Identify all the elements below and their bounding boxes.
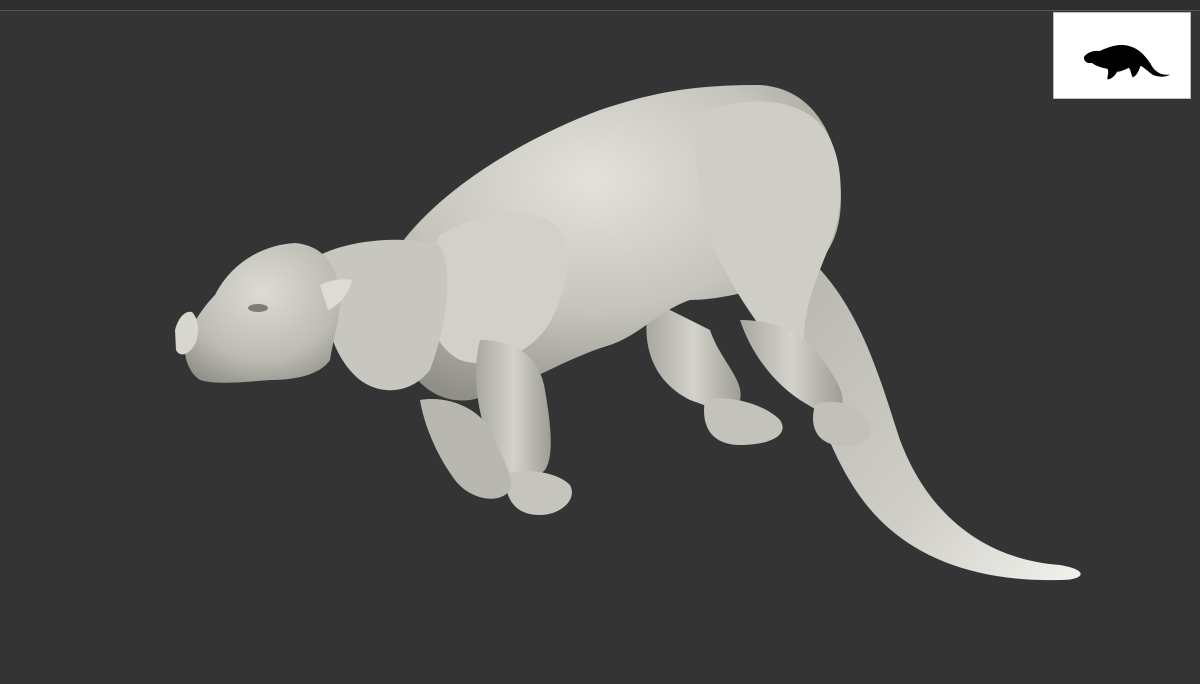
3d-viewport[interactable] (0, 0, 1200, 684)
model-eye (248, 304, 268, 312)
model-hind-foot-far (704, 398, 783, 445)
sculpted-creature-model[interactable] (0, 0, 1200, 684)
navigator-thumbnail[interactable] (1053, 12, 1191, 99)
model-front-foot (505, 471, 572, 515)
model-hind-leg-far (646, 300, 741, 412)
model-neck (320, 239, 448, 391)
creature-silhouette-icon (1083, 44, 1170, 80)
model-head (184, 243, 341, 383)
